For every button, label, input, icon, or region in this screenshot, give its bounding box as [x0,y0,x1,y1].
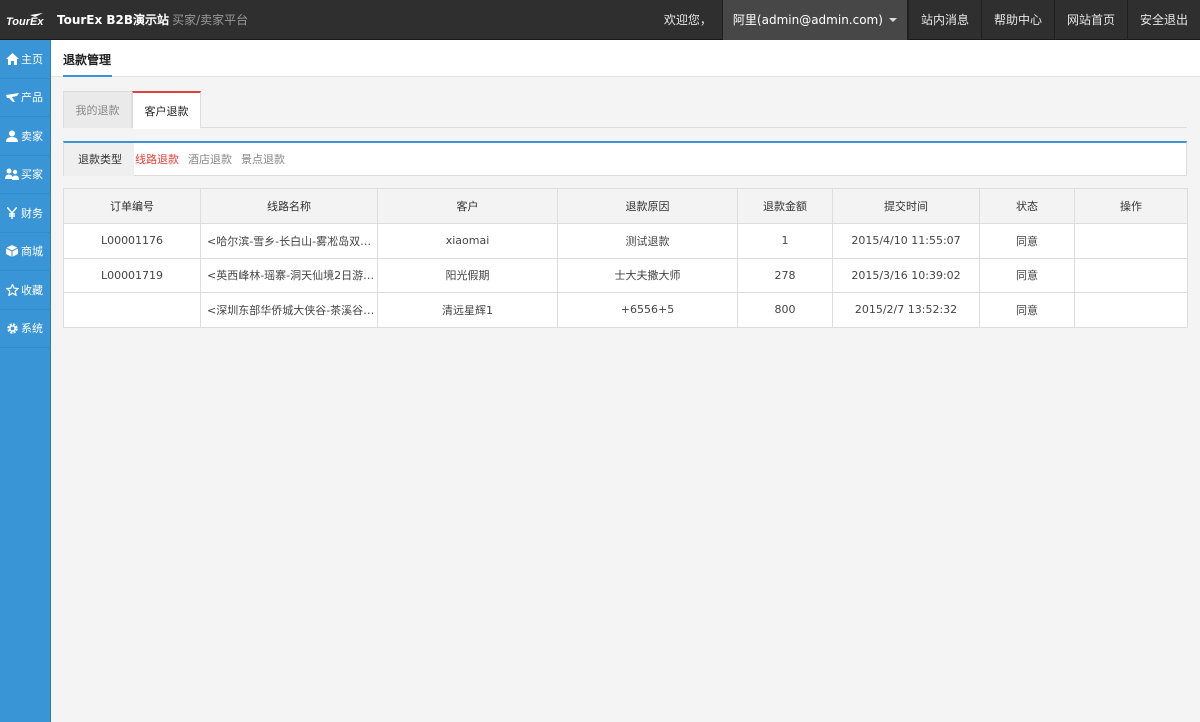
sidebar: 主页 产品 卖家 买家 财务 商城 收藏 系统 [0,40,51,722]
users-icon [5,167,19,181]
refund-table-container: 订单编号 线路名称 客户 退款原因 退款金额 提交时间 状态 操作 L00001… [63,188,1188,328]
reason-cell: 士大夫撒大师 [557,257,738,293]
cube-icon [5,244,19,258]
sidebar-item-label: 卖家 [21,129,43,143]
actions-cell [1074,292,1188,328]
col-order-no: 订单编号 [63,188,201,224]
col-route-name: 线路名称 [200,188,378,224]
amount-cell: 800 [737,292,833,328]
col-actions: 操作 [1074,188,1188,224]
customer-cell: 清远星辉1 [377,292,558,328]
actions-cell [1074,257,1188,293]
sidebar-item-label: 财务 [21,206,43,220]
user-menu-dropdown[interactable]: 阿里(admin@admin.com) [721,0,908,40]
sidebar-item-products[interactable]: 产品 [0,79,50,117]
table-header-row: 订单编号 线路名称 客户 退款原因 退款金额 提交时间 状态 操作 [63,188,1188,224]
sidebar-item-label: 收藏 [21,283,43,297]
reason-cell: +6556+5 [557,292,738,328]
col-customer: 客户 [377,188,558,224]
actions-cell [1074,223,1188,259]
plane-icon [5,90,19,104]
route-name-cell[interactable]: <深圳东部华侨城大侠谷-茶溪谷欢... [200,292,378,328]
tab-my-refunds[interactable]: 我的退款 [63,91,132,128]
sidebar-item-finance[interactable]: 财务 [0,194,50,233]
page-header: 退款管理 [51,40,1200,77]
sidebar-item-sellers[interactable]: 卖家 [0,117,50,156]
col-submit-time: 提交时间 [832,188,980,224]
sidebar-item-home[interactable]: 主页 [0,40,50,79]
filter-option-hotel[interactable]: 酒店退款 [188,151,232,167]
sidebar-item-label: 商城 [21,245,43,259]
gear-icon [5,321,19,335]
col-status: 状态 [979,188,1075,224]
sidebar-item-label: 系统 [21,322,43,336]
brand-subtitle: 买家/卖家平台 [172,13,249,27]
svg-text:TourEx: TourEx [6,16,44,28]
top-navbar: TourEx TourEx B2B演示站 买家/卖家平台 欢迎您， 阿里(adm… [0,0,1200,40]
order-no-cell: L00001719 [63,257,201,293]
filter-label: 退款类型 [64,142,134,176]
help-center-link[interactable]: 帮助中心 [980,0,1054,40]
user-name: 阿里(admin@admin.com) [732,13,883,27]
sidebar-item-system[interactable]: 系统 [0,310,50,348]
status-cell: 同意 [979,292,1075,328]
main-content: 退款管理 我的退款 客户退款 退款类型 线路退款 酒店退款 景点退款 订单编号 … [51,40,1200,722]
home-icon [5,52,19,66]
status-cell: 同意 [979,257,1075,293]
star-icon [5,283,19,297]
table-row: L00001719 <英西峰林-瑶寨-洞天仙境2日游>... 阳光假期 士大夫撒… [63,257,1188,293]
caret-down-icon [888,17,897,22]
logout-link[interactable]: 安全退出 [1126,0,1200,40]
sidebar-item-label: 主页 [21,52,43,66]
yen-icon [5,206,19,220]
route-name-cell[interactable]: <哈尔滨-雪乡-长白山-雾凇岛双飞... [200,223,378,259]
filter-option-route[interactable]: 线路退款 [135,151,179,167]
welcome-text: 欢迎您， [663,13,712,27]
user-icon [5,129,19,143]
route-name-cell[interactable]: <英西峰林-瑶寨-洞天仙境2日游>... [200,257,378,293]
table-row: L00001176 <哈尔滨-雪乡-长白山-雾凇岛双飞... xiaomai 测… [63,223,1188,259]
refund-table: 订单编号 线路名称 客户 退款原因 退款金额 提交时间 状态 操作 L00001… [63,188,1188,328]
sidebar-item-label: 产品 [21,91,43,105]
sidebar-item-label: 买家 [21,168,43,182]
col-refund-amount: 退款金额 [737,188,833,224]
page-title: 退款管理 [63,53,112,67]
sidebar-item-favorites[interactable]: 收藏 [0,271,50,310]
col-refund-reason: 退款原因 [557,188,738,224]
tourex-logo[interactable]: TourEx [0,0,51,40]
messages-link[interactable]: 站内消息 [907,0,981,40]
top-right-nav: 欢迎您， 阿里(admin@admin.com) 站内消息 帮助中心 网站首页 … [664,0,1200,40]
order-no-cell: L00001176 [63,223,201,259]
amount-cell: 278 [737,257,833,293]
customer-cell: xiaomai [377,223,558,259]
refund-tabs: 我的退款 客户退款 [63,91,1187,129]
sidebar-item-mall[interactable]: 商城 [0,233,50,271]
time-cell: 2015/2/7 13:52:32 [832,292,980,328]
brand: TourEx B2B演示站 买家/卖家平台 [57,11,248,28]
tab-customer-refunds[interactable]: 客户退款 [132,91,201,129]
brand-title: TourEx B2B演示站 [57,13,170,27]
amount-cell: 1 [737,223,833,259]
time-cell: 2015/4/10 11:55:07 [832,223,980,259]
time-cell: 2015/3/16 10:39:02 [832,257,980,293]
page-title-underline [63,75,112,77]
site-home-link[interactable]: 网站首页 [1053,0,1127,40]
filter-option-attraction[interactable]: 景点退款 [241,151,285,167]
refund-type-filter: 退款类型 线路退款 酒店退款 景点退款 [63,141,1187,176]
sidebar-item-buyers[interactable]: 买家 [0,156,50,194]
reason-cell: 测试退款 [557,223,738,259]
table-row: <深圳东部华侨城大侠谷-茶溪谷欢... 清远星辉1 +6556+5 800 20… [63,292,1188,328]
status-cell: 同意 [979,223,1075,259]
order-no-cell [63,292,201,328]
customer-cell: 阳光假期 [377,257,558,293]
